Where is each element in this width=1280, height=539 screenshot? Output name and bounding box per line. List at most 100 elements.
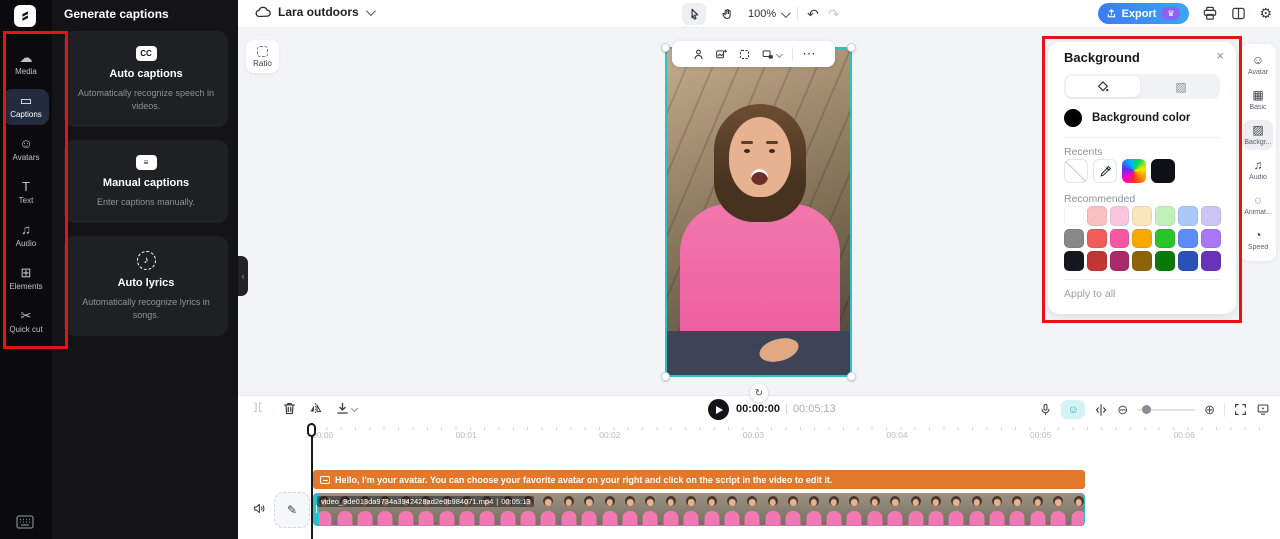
color-swatch[interactable] — [1155, 206, 1175, 226]
smart-avatar-icon[interactable]: ☺ — [1061, 400, 1086, 419]
more-options-icon[interactable]: ⋯ — [803, 46, 816, 62]
sidebar-item[interactable]: T Text — [3, 175, 49, 211]
apply-to-all-button[interactable]: Apply to all — [1064, 288, 1115, 300]
color-swatch[interactable] — [1177, 206, 1198, 226]
clip-thumbnail — [579, 494, 600, 525]
color-swatch[interactable] — [1086, 206, 1107, 226]
color-swatch[interactable] — [1132, 228, 1153, 248]
mirror-flip-icon[interactable] — [308, 401, 323, 416]
fill-type-toggle: ▨ — [1064, 74, 1220, 99]
ratio-button[interactable]: Ratio — [246, 40, 279, 73]
split-icon[interactable]: ][ — [254, 402, 263, 413]
slider-knob[interactable] — [1142, 405, 1152, 414]
video-track-clip[interactable]: video_9de013da9734a3942428ad2e0b984071.m… — [313, 493, 1085, 526]
resize-handle-top-right[interactable] — [847, 43, 856, 52]
zoom-out-icon[interactable]: ⊖ — [1117, 403, 1128, 416]
background-color-label: Background color — [1092, 112, 1191, 124]
color-swatch[interactable] — [1086, 251, 1107, 271]
color-picker-swatch[interactable] — [1122, 159, 1146, 183]
sidebar-item[interactable]: ♫ Audio — [3, 218, 49, 254]
tab-pattern-fill[interactable]: ▨ — [1144, 76, 1218, 97]
caption-option-card[interactable]: ≡ Manual captions Enter captions manuall… — [64, 140, 228, 224]
right-rail-item[interactable]: ▨ Backgr... — [1243, 120, 1273, 150]
caption-option-card[interactable]: ♪ Auto lyrics Automatically recognize ly… — [64, 236, 228, 337]
recommended-colors — [1064, 206, 1221, 271]
edit-cover-button[interactable]: ✎ — [274, 492, 310, 528]
eyedropper-icon[interactable] — [1093, 159, 1117, 183]
color-swatch[interactable] — [1109, 206, 1130, 226]
panel-collapse-handle[interactable]: ‹ — [238, 256, 248, 296]
color-swatch[interactable] — [1064, 251, 1084, 271]
export-button[interactable]: Export ♛ — [1097, 3, 1190, 24]
sidebar-item[interactable]: ☺ Avatars — [3, 132, 49, 168]
track-audio-toggle-icon[interactable] — [252, 502, 266, 515]
rotate-handle[interactable]: ↻ — [750, 384, 768, 402]
add-image-icon[interactable] — [715, 48, 728, 61]
right-rail-item[interactable]: ◌ Animat... — [1243, 190, 1273, 220]
color-swatch[interactable] — [1132, 251, 1153, 271]
preview-display-icon[interactable] — [1256, 403, 1270, 416]
video-preview[interactable] — [665, 47, 852, 377]
color-swatch[interactable] — [1064, 228, 1084, 248]
layout-columns-icon[interactable] — [1231, 6, 1246, 21]
capcut-logo[interactable] — [14, 5, 36, 27]
keyboard-shortcuts-icon[interactable] — [16, 515, 34, 529]
color-swatch[interactable] — [1177, 228, 1198, 248]
crop-icon[interactable] — [738, 48, 751, 61]
split-clip-icon[interactable] — [1094, 403, 1108, 417]
play-button[interactable] — [708, 399, 729, 420]
sidebar-item[interactable]: ⊞ Elements — [3, 261, 49, 297]
time-display: 00:00:00 | 00:05:13 — [736, 403, 836, 415]
color-swatch[interactable] — [1155, 228, 1175, 248]
playhead-handle[interactable] — [307, 423, 316, 437]
right-rail-item[interactable]: ☺ Avatar — [1243, 50, 1273, 80]
redo-button[interactable]: ↷ — [828, 7, 840, 21]
timeline-zoom-slider[interactable] — [1137, 405, 1196, 414]
close-icon[interactable]: × — [1216, 48, 1224, 63]
sidebar-item[interactable]: ▭ Captions — [3, 89, 49, 125]
color-swatch[interactable] — [1132, 206, 1153, 226]
resize-handle-bottom-right[interactable] — [847, 372, 856, 381]
color-swatch[interactable] — [1109, 251, 1130, 271]
color-swatch[interactable] — [1109, 228, 1130, 248]
no-color-swatch[interactable] — [1064, 159, 1088, 183]
caption-track-clip[interactable]: Hello, I'm your avatar. You can choose y… — [313, 470, 1085, 489]
undo-button[interactable]: ↶ — [807, 7, 819, 21]
clip-filename: video_9de013da9734a3942428ad2e0b984071.m… — [321, 497, 494, 506]
delete-icon[interactable] — [282, 401, 297, 416]
microphone-icon[interactable] — [1039, 402, 1052, 417]
right-rail-item[interactable]: ◔ Speed — [1243, 225, 1273, 255]
avatar-icon[interactable] — [692, 48, 705, 61]
printer-icon[interactable] — [1202, 6, 1218, 21]
timeline-ruler[interactable]: 00:00 00:01 00:02 00:03 00:04 00:05 00:0… — [238, 424, 1280, 444]
tab-color-fill[interactable] — [1066, 76, 1140, 97]
right-rail-item[interactable]: ▦ Basic — [1243, 85, 1273, 115]
picture-in-picture-icon[interactable] — [761, 48, 783, 61]
hand-tool-button[interactable] — [715, 3, 739, 25]
cursor-tool-button[interactable] — [682, 3, 706, 25]
right-rail-item[interactable]: ♫ Audio — [1243, 155, 1273, 185]
color-swatch[interactable] — [1155, 251, 1175, 271]
zoom-level-dropdown[interactable]: 100% — [748, 7, 792, 20]
caption-option-card[interactable]: CC Auto captions Automatically recognize… — [64, 31, 228, 128]
color-swatch[interactable] — [1200, 251, 1221, 271]
clip-thumbnail — [558, 494, 580, 525]
zoom-in-icon[interactable]: ⊕ — [1204, 403, 1215, 416]
color-swatch[interactable] — [1200, 206, 1221, 226]
color-swatch[interactable] — [1177, 251, 1198, 271]
color-swatch[interactable] — [1200, 228, 1221, 248]
project-menu[interactable]: Lara outdoors — [255, 5, 376, 19]
resize-handle-top-left[interactable] — [661, 43, 670, 52]
sidebar-item[interactable]: ☁ Media — [3, 46, 49, 82]
recent-color-swatch[interactable] — [1151, 159, 1175, 183]
sidebar-item-icon: ⊞ — [20, 265, 32, 280]
fullscreen-icon[interactable] — [1234, 403, 1247, 416]
color-swatch[interactable] — [1064, 206, 1084, 226]
background-color-row[interactable]: Background color — [1064, 109, 1190, 127]
color-swatch[interactable] — [1086, 228, 1107, 248]
resize-handle-bottom-left[interactable] — [661, 372, 670, 381]
download-icon[interactable] — [335, 401, 359, 416]
sidebar-item[interactable]: ✂ Quick cut — [3, 304, 49, 340]
settings-gear-icon[interactable]: ⚙ — [1259, 5, 1272, 22]
pattern-icon: ▨ — [1175, 79, 1187, 94]
